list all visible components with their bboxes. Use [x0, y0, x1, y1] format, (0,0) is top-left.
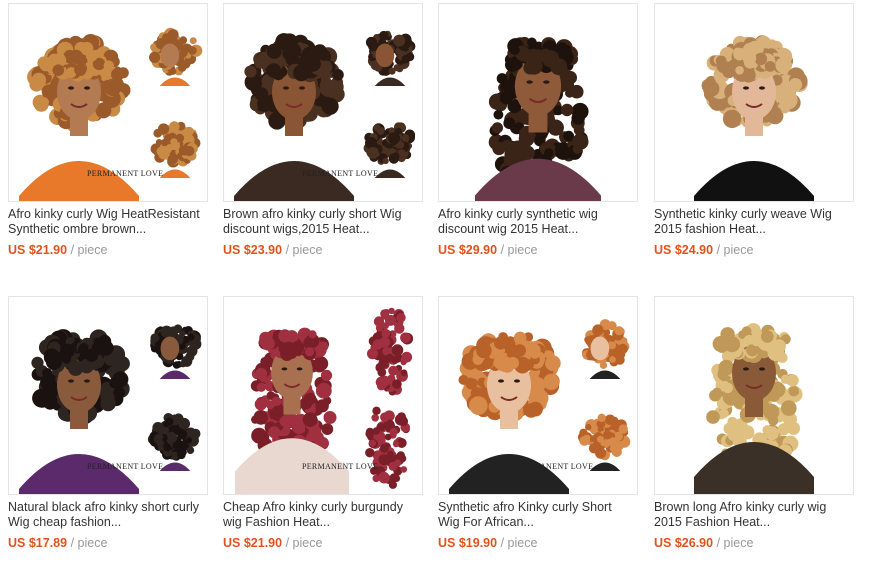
product-title-line: Natural black afro kinky short curly — [8, 500, 200, 514]
product-image[interactable] — [654, 3, 854, 202]
product-image[interactable]: PERMANENT LOVE — [8, 296, 208, 495]
product-image[interactable] — [654, 296, 854, 495]
product-price: US $17.89 — [8, 536, 68, 550]
product-card[interactable]: Synthetic kinky curly weave Wig 2015 fas… — [654, 3, 859, 263]
product-title-line: Wig For African... — [438, 515, 534, 529]
product-title-line: wig Fashion Heat... — [223, 515, 330, 529]
product-price: US $19.90 — [438, 536, 498, 550]
wig-illustration: PERMANENT LOVE — [19, 324, 202, 494]
watermark-text: PERMANENT LOVE — [87, 169, 163, 178]
product-title-line: Afro kinky curly Wig HeatResistant — [8, 207, 200, 221]
price-unit: / piece — [70, 243, 108, 257]
watermark-text: PERMANENT LOVE — [302, 462, 378, 471]
product-title[interactable]: Afro kinky curly Wig HeatResistant Synth… — [8, 207, 218, 237]
price-unit: / piece — [500, 536, 538, 550]
price-line: US $17.89 / piece — [8, 535, 107, 551]
wig-illustration: PERMANENT LOVE — [449, 319, 631, 494]
product-title[interactable]: Natural black afro kinky short curly Wig… — [8, 500, 218, 530]
wig-illustration: PERMANENT LOVE — [19, 27, 203, 201]
price-unit: / piece — [716, 243, 754, 257]
product-image[interactable] — [438, 3, 638, 202]
product-title-line: Synthetic afro Kinky curly Short — [438, 500, 612, 514]
product-grid: PERMANENT LOVE Afro kinky curly Wig Heat… — [0, 0, 869, 563]
product-image[interactable]: PERMANENT LOVE — [8, 3, 208, 202]
price-line: US $24.90 / piece — [654, 242, 753, 258]
price-line: US $21.90 / piece — [8, 242, 107, 258]
product-title-line: Afro kinky curly synthetic wig — [438, 207, 598, 221]
product-title-line: Brown long Afro kinky curly wig — [654, 500, 827, 514]
product-title-line: Cheap Afro kinky curly burgundy — [223, 500, 403, 514]
price-unit: / piece — [285, 243, 323, 257]
wig-illustration: PERMANENT LOVE — [235, 303, 418, 494]
product-title[interactable]: Cheap Afro kinky curly burgundy wig Fash… — [223, 500, 433, 530]
product-card[interactable]: PERMANENT LOVE Brown afro kinky curly sh… — [223, 3, 428, 263]
product-card[interactable]: PERMANENT LOVE Synthetic afro Kinky curl… — [438, 296, 643, 556]
price-line: US $29.90 / piece — [438, 242, 537, 258]
watermark-text: PERMANENT LOVE — [87, 462, 163, 471]
product-price: US $26.90 — [654, 536, 714, 550]
wig-illustration: PERMANENT LOVE — [234, 30, 416, 201]
wig-illustration — [475, 36, 601, 201]
watermark-text: PERMANENT LOVE — [517, 462, 593, 471]
price-unit: / piece — [716, 536, 754, 550]
product-title[interactable]: Synthetic afro Kinky curly Short Wig For… — [438, 500, 648, 530]
product-image[interactable]: PERMANENT LOVE — [223, 296, 423, 495]
product-title-line: Synthetic kinky curly weave Wig — [654, 207, 832, 221]
product-title-line: Brown afro kinky curly short Wig — [223, 207, 402, 221]
product-card[interactable]: PERMANENT LOVE Natural black afro kinky … — [8, 296, 213, 556]
product-card[interactable]: Afro kinky curly synthetic wig discount … — [438, 3, 643, 263]
price-unit: / piece — [70, 536, 108, 550]
product-title-line: discount wig 2015 Heat... — [438, 222, 579, 236]
price-line: US $23.90 / piece — [223, 242, 322, 258]
product-title[interactable]: Brown long Afro kinky curly wig 2015 Fas… — [654, 500, 864, 530]
product-price: US $21.90 — [8, 243, 68, 257]
product-image[interactable]: PERMANENT LOVE — [438, 296, 638, 495]
price-line: US $21.90 / piece — [223, 535, 322, 551]
product-image[interactable]: PERMANENT LOVE — [223, 3, 423, 202]
wig-illustration — [694, 35, 814, 201]
price-line: US $19.90 / piece — [438, 535, 537, 551]
watermark-text: PERMANENT LOVE — [302, 169, 378, 178]
product-card[interactable]: PERMANENT LOVE Cheap Afro kinky curly bu… — [223, 296, 428, 556]
price-line: US $26.90 / piece — [654, 535, 753, 551]
product-title-line: 2015 Fashion Heat... — [654, 515, 771, 529]
price-unit: / piece — [285, 536, 323, 550]
price-unit: / piece — [500, 243, 538, 257]
product-price: US $29.90 — [438, 243, 498, 257]
product-card[interactable]: Brown long Afro kinky curly wig 2015 Fas… — [654, 296, 859, 556]
product-title-line: Wig cheap fashion... — [8, 515, 122, 529]
product-title-line: Synthetic ombre brown... — [8, 222, 147, 236]
product-title-line: 2015 fashion Heat... — [654, 222, 766, 236]
product-title[interactable]: Afro kinky curly synthetic wig discount … — [438, 207, 648, 237]
product-card[interactable]: PERMANENT LOVE Afro kinky curly Wig Heat… — [8, 3, 213, 263]
product-price: US $23.90 — [223, 243, 283, 257]
product-title[interactable]: Synthetic kinky curly weave Wig 2015 fas… — [654, 207, 864, 237]
wig-illustration — [694, 323, 814, 494]
product-title[interactable]: Brown afro kinky curly short Wig discoun… — [223, 207, 433, 237]
product-price: US $24.90 — [654, 243, 714, 257]
product-title-line: discount wigs,2015 Heat... — [223, 222, 370, 236]
product-price: US $21.90 — [223, 536, 283, 550]
